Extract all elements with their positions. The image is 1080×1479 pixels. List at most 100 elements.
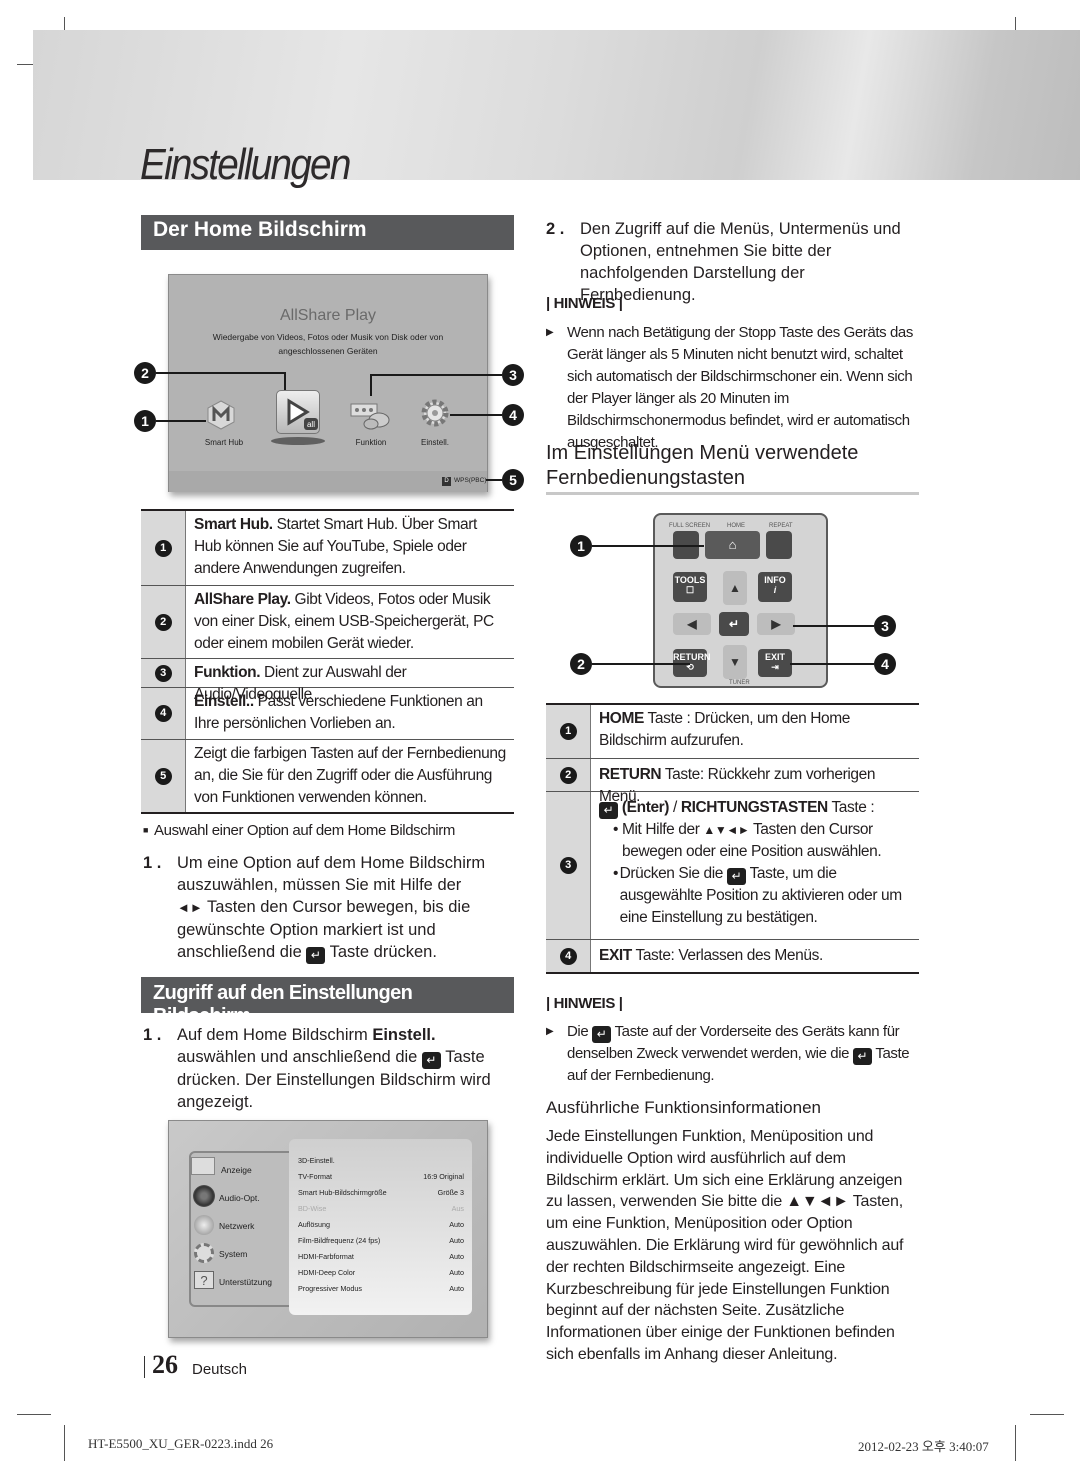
callout-line bbox=[156, 372, 286, 374]
icon-label-smart-hub: Smart Hub bbox=[204, 438, 244, 447]
step-number: 1 . bbox=[143, 854, 162, 872]
table-row: 4 Einstell.. Passt verschiedene Funktion… bbox=[141, 688, 514, 740]
menu-item-support[interactable]: Unterstützung bbox=[219, 1277, 272, 1287]
row-number: 2 bbox=[154, 613, 172, 631]
allshare-shadow bbox=[271, 437, 325, 445]
up-arrow-button[interactable]: ▲ bbox=[723, 571, 747, 605]
row-text: EXIT Taste: Verlassen des Menüs. bbox=[599, 947, 823, 964]
callout-5: 5 bbox=[502, 469, 524, 491]
option-row[interactable]: Progressiver Modus Auto bbox=[298, 1281, 464, 1297]
home-icons-table: 1 Smart Hub. Startet Smart Hub. Über Sma… bbox=[141, 509, 514, 814]
screen-heading: AllShare Play bbox=[279, 307, 377, 324]
crop-mark bbox=[64, 1425, 65, 1461]
subheading-select-option: ■ Auswahl einer Option auf dem Home Bilds… bbox=[143, 822, 455, 839]
icon-label-function: Funktion bbox=[355, 438, 387, 447]
step-1-access: 1 . Auf dem Home Bildschirm Einstell. au… bbox=[143, 1026, 491, 1111]
heading-underline bbox=[546, 492, 919, 495]
callout-3: 3 bbox=[502, 364, 524, 386]
crop-mark bbox=[17, 1414, 51, 1415]
enter-icon: ↵ bbox=[599, 802, 618, 819]
exit-button[interactable]: EXIT ⇥ bbox=[758, 649, 792, 677]
row-text: AllShare Play. Gibt Videos, Fotos oder M… bbox=[194, 591, 494, 652]
crop-mark bbox=[1030, 1414, 1064, 1415]
label-home: HOME bbox=[727, 523, 745, 529]
bullet: • bbox=[613, 865, 619, 882]
option-row[interactable]: HDMI-Farbformat Auto bbox=[298, 1249, 464, 1265]
step-1-home: 1 . Um eine Option auf dem Home Bildschi… bbox=[143, 854, 486, 964]
footer-timestamp: 2012-02-23 오후 3:40:07 bbox=[858, 1439, 989, 1454]
enter-icon: ↵ bbox=[852, 1048, 872, 1065]
table-row: 5 Zeigt die farbigen Tasten auf der Fern… bbox=[141, 740, 514, 812]
info-button[interactable]: INFO i bbox=[758, 572, 792, 602]
left-right-arrows-icon: ◄► bbox=[177, 900, 203, 915]
label-tuner: TUNER bbox=[729, 680, 750, 686]
option-row[interactable]: 3D-Einstell. bbox=[298, 1153, 464, 1169]
settings-gear-icon[interactable] bbox=[419, 397, 451, 429]
page-language: Deutsch bbox=[192, 1361, 248, 1378]
section-title-access: Zugriff auf den Einstellungen Bildschirm bbox=[141, 977, 514, 1027]
row-number: 4 bbox=[154, 705, 172, 722]
row-text: Funktion. Dient zur Auswahl der Audio/Vi… bbox=[194, 664, 407, 703]
table-row: 1 HOME Taste : Drücken, um den Home Bild… bbox=[546, 705, 919, 759]
table-row: 4 EXIT Taste: Verlassen des Menüs. bbox=[546, 940, 919, 972]
callout-line bbox=[486, 479, 502, 481]
remote-section-heading: Im Einstellungen Menü verwendete Fernbed… bbox=[546, 442, 859, 489]
menu-item-network[interactable]: Netzwerk bbox=[219, 1221, 254, 1231]
screen-status-bar bbox=[169, 471, 487, 492]
globe-icon bbox=[194, 1215, 214, 1235]
row-text: RETURN Taste: Rückkehr zum vorherigen Me… bbox=[599, 766, 876, 805]
smart-hub-icon[interactable] bbox=[206, 400, 236, 430]
option-row[interactable]: HDMI-Deep Color Auto bbox=[298, 1265, 464, 1281]
right-arrow-button[interactable]: ▶ bbox=[757, 613, 795, 635]
crop-mark bbox=[1015, 1425, 1016, 1461]
callout-1: 1 bbox=[134, 410, 156, 432]
enter-icon: ↵ bbox=[306, 947, 326, 964]
remote-callout-3: 3 bbox=[874, 615, 896, 637]
repeat-button[interactable] bbox=[766, 531, 792, 559]
footer-file: HT-E5500_XU_GER-0223.indd 26 bbox=[88, 1436, 274, 1451]
settings-screen-illustration: Anzeige Audio-Opt. Netzwerk System ? Unt… bbox=[168, 1120, 488, 1338]
svg-text:all: all bbox=[307, 420, 315, 429]
option-row[interactable]: Smart Hub-Bildschirmgröße Größe 3 bbox=[298, 1185, 464, 1201]
step-number: 2 . bbox=[546, 220, 565, 238]
tools-button[interactable]: TOOLS ☐ bbox=[673, 572, 707, 602]
menu-icon-display bbox=[191, 1157, 215, 1175]
home-button[interactable]: ⌂ bbox=[705, 531, 760, 559]
table-row: 2 AllShare Play. Gibt Videos, Fotos oder… bbox=[141, 586, 514, 659]
note-label-1: | HINWEIS | bbox=[546, 295, 623, 312]
callout-line bbox=[790, 663, 874, 665]
option-row-disabled: BD-Wise Aus bbox=[298, 1204, 464, 1213]
enter-icon: ↵ bbox=[592, 1026, 612, 1043]
note-text-2: ▶ Die ↵ Taste auf der Vorderseite des Ge… bbox=[546, 1023, 910, 1084]
status-label: WPS(PBC) bbox=[454, 477, 487, 484]
table-row: 2 RETURN Taste: Rückkehr zum vorherigen … bbox=[546, 759, 919, 805]
status-key-badge: D bbox=[442, 477, 451, 486]
remote-callout-2: 2 bbox=[570, 653, 592, 675]
row-text: ↵ (Enter) / RICHTUNGSTASTEN Taste : • Mit… bbox=[591, 792, 919, 939]
allshare-play-icon[interactable]: all bbox=[276, 390, 320, 434]
menu-item-display[interactable]: Anzeige bbox=[221, 1165, 252, 1175]
function-icon[interactable] bbox=[349, 400, 393, 430]
home-screen-illustration: AllShare Play Wiedergabe von Videos, Fot… bbox=[168, 274, 488, 492]
left-arrow-button[interactable]: ◀ bbox=[673, 613, 711, 635]
callout-line bbox=[370, 374, 372, 396]
chapter-title: Einstellungen bbox=[140, 140, 351, 189]
option-row[interactable]: Auflösung Auto bbox=[298, 1217, 464, 1233]
option-row[interactable]: TV-Format 16:9 Original bbox=[298, 1169, 464, 1185]
row-text: Einstell.. Passt verschiedene Funktionen… bbox=[194, 693, 483, 732]
direction-arrows-icon: ▲▼◄► bbox=[703, 823, 750, 837]
menu-item-audio[interactable]: Audio-Opt. bbox=[219, 1193, 260, 1203]
enter-icon: ↵ bbox=[421, 1052, 441, 1069]
enter-button[interactable]: ↵ bbox=[719, 612, 749, 636]
table-row: 1 Smart Hub. Startet Smart Hub. Über Sma… bbox=[141, 511, 514, 586]
step-2: 2 . Den Zugriff auf die Menüs, Untermenü… bbox=[546, 220, 901, 304]
option-row[interactable]: Film-Bildfrequenz (24 fps) Auto bbox=[298, 1233, 464, 1249]
menu-item-system[interactable]: System bbox=[219, 1249, 247, 1259]
label-full-screen: FULL SCREEN bbox=[669, 523, 711, 529]
note-text-1: ▶ Wenn nach Betätigung der Stopp Taste d… bbox=[546, 324, 913, 451]
table-row: 3 ↵ (Enter) / RICHTUNGSTASTEN Taste : • M… bbox=[546, 792, 919, 940]
label-repeat: REPEAT bbox=[769, 523, 793, 529]
callout-line bbox=[793, 625, 874, 627]
down-arrow-button[interactable]: ▼ bbox=[723, 645, 747, 679]
row-number: 3 bbox=[154, 664, 172, 682]
